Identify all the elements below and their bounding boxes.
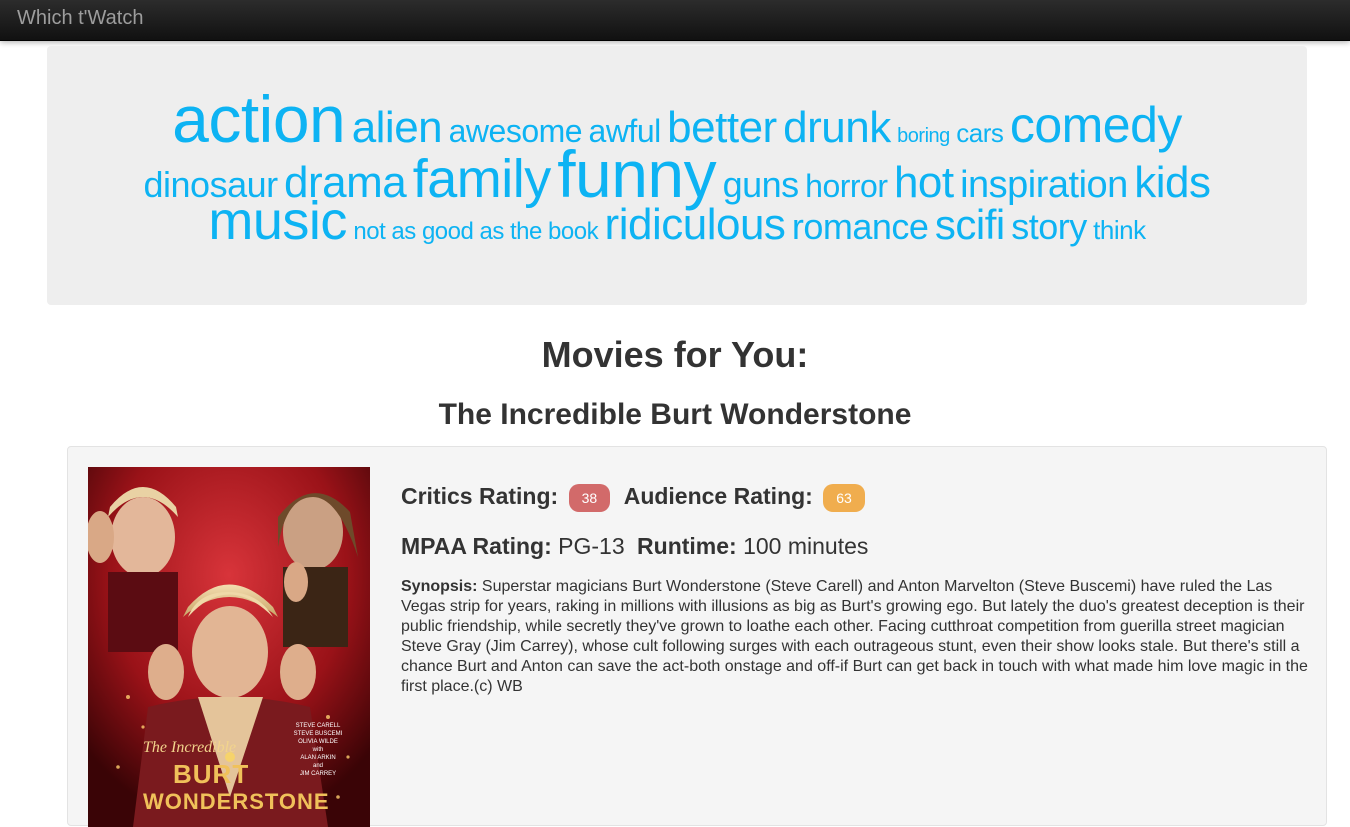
tag-link-scifi[interactable]: scifi bbox=[935, 204, 1005, 246]
poster-title-line2: BURT bbox=[173, 759, 250, 789]
brand-link[interactable]: Which t'Watch bbox=[17, 7, 143, 29]
navbar: Which t'Watch bbox=[0, 0, 1350, 41]
critics-rating-label: Critics Rating: bbox=[401, 483, 559, 509]
runtime-value: 100 minutes bbox=[743, 533, 869, 559]
movie-poster[interactable]: STEVE CARELL STEVE BUSCEMI OLIVIA WILDE … bbox=[88, 467, 370, 827]
audience-rating-label: Audience Rating: bbox=[623, 483, 813, 509]
mpaa-rating-label: MPAA Rating: bbox=[401, 533, 552, 559]
poster-credit: STEVE CARELL bbox=[295, 723, 341, 729]
tag-cloud: action alien awesome awful better drunk … bbox=[47, 46, 1307, 305]
audience-rating-badge: 63 bbox=[823, 483, 865, 512]
poster-credit: with bbox=[312, 747, 324, 753]
critics-rating-badge: 38 bbox=[568, 483, 611, 512]
movie-title: The Incredible Burt Wonderstone bbox=[438, 398, 912, 431]
mpaa-rating-value: PG-13 bbox=[558, 533, 625, 559]
synopsis-label: Synopsis: bbox=[401, 578, 478, 595]
poster-credit: STEVE BUSCEMI bbox=[293, 731, 343, 737]
tag-link-romance[interactable]: romance bbox=[792, 209, 929, 245]
tag-link-ridiculous[interactable]: ridiculous bbox=[605, 203, 786, 247]
runtime-label: Runtime: bbox=[637, 533, 737, 559]
poster-title-line3: WONDERSTONE bbox=[143, 789, 330, 814]
tag-link-think[interactable]: think bbox=[1093, 217, 1146, 243]
page-title: Movies for You: bbox=[541, 334, 809, 375]
poster-credit: OLIVIA WILDE bbox=[298, 739, 338, 745]
tag-link-not-as-good-as-the-book[interactable]: not as good as the book bbox=[353, 220, 598, 244]
rating-row: Critics Rating: 38 Audience Rating: 63 bbox=[401, 483, 873, 512]
movie-card: STEVE CARELL STEVE BUSCEMI OLIVIA WILDE … bbox=[67, 446, 1327, 827]
tag-cloud-line-3: music not as good as the book ridiculous… bbox=[47, 194, 1307, 248]
info-row: MPAA Rating: PG-13 Runtime: 100 minutes bbox=[401, 533, 868, 560]
tag-link-story[interactable]: story bbox=[1011, 209, 1087, 245]
synopsis-text: Superstar magicians Burt Wonderstone (St… bbox=[401, 578, 1308, 695]
poster-title-line1: The Incredible bbox=[143, 739, 237, 756]
synopsis: Synopsis: Superstar magicians Burt Wonde… bbox=[401, 577, 1313, 697]
tag-link-music[interactable]: music bbox=[208, 194, 347, 248]
